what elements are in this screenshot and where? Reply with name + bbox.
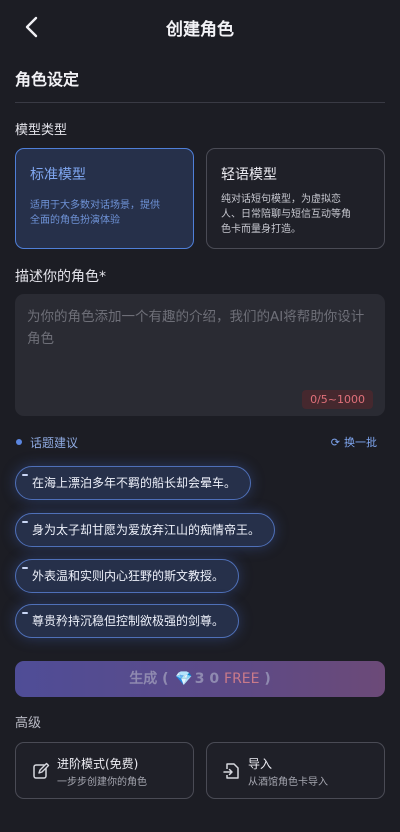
- import-button[interactable]: 导入 从酒馆角色卡导入: [206, 742, 385, 799]
- light-model-name: 轻语模型: [221, 167, 277, 183]
- generate-cost: 3 0: [194, 671, 220, 687]
- generate-paren: (: [162, 671, 169, 687]
- suggestions-header: 话题建议 ⟳ 换一批: [15, 434, 385, 452]
- light-model-card[interactable]: 轻语模型 纯对话短句模型，为虚拟恋 人、日常陪聊与短信互动等角 色卡而量身打造。: [206, 148, 385, 249]
- light-model-desc: 纯对话短句模型，为虚拟恋 人、日常陪聊与短信互动等角 色卡而量身打造。: [221, 192, 370, 237]
- advanced-label: 高级: [15, 716, 42, 731]
- refresh-icon: ⟳: [330, 436, 340, 449]
- standard-model-desc: 适用于大多数对话场景，提供 全面的角色扮演体验: [30, 198, 179, 228]
- section-title: 角色设定: [15, 70, 80, 89]
- edit-icon: [32, 762, 50, 780]
- standard-desc-line: 适用于大多数对话场景，提供: [30, 200, 160, 211]
- free-badge: FREE: [224, 671, 260, 687]
- divider: [15, 102, 385, 103]
- description-input[interactable]: [27, 306, 373, 386]
- header: 创建角色: [0, 0, 400, 54]
- generate-button[interactable]: 生成 ( 💎 3 0 FREE ): [15, 661, 385, 697]
- standard-model-card[interactable]: 标准模型 适用于大多数对话场景，提供 全面的角色扮演体验: [15, 148, 194, 249]
- suggestion-chip[interactable]: 在海上漂泊多年不羁的船长却会晕车。: [15, 466, 252, 500]
- suggestion-chip[interactable]: 外表温和实则内心狂野的斯文教授。: [15, 559, 240, 593]
- generate-paren: ): [264, 671, 271, 687]
- light-desc-line: 人、日常陪聊与短信互动等角: [221, 209, 351, 220]
- page-title: 创建角色: [166, 20, 234, 40]
- refresh-button[interactable]: ⟳ 换一批: [331, 434, 377, 450]
- suggestion-chip[interactable]: 身为太子却甘愿为爱放弃江山的痴情帝王。: [15, 513, 276, 547]
- bullet-dot-icon: [16, 439, 22, 445]
- advanced-mode-subtitle: 一步步创建你的角色: [57, 777, 147, 788]
- suggestion-chip[interactable]: 尊贵矜持沉稳但控制欲极强的剑尊。: [15, 604, 240, 638]
- import-subtitle: 从酒馆角色卡导入: [248, 777, 328, 788]
- light-desc-line: 纯对话短句模型，为虚拟恋: [221, 194, 341, 205]
- standard-desc-line: 全面的角色扮演体验: [30, 215, 120, 226]
- suggestions-label: 话题建议: [30, 436, 79, 450]
- refresh-label: 换一批: [344, 436, 377, 449]
- description-box: 0/5~1000: [15, 294, 385, 416]
- light-desc-line: 色卡而量身打造。: [221, 224, 301, 235]
- standard-model-name: 标准模型: [30, 167, 86, 183]
- gem-icon: 💎: [175, 671, 193, 687]
- advanced-mode-title: 进阶模式(免费): [57, 757, 139, 771]
- import-file-icon: [223, 762, 241, 780]
- generate-label: 生成: [129, 671, 158, 687]
- describe-role-label: 描述你的角色*: [15, 269, 106, 285]
- import-title: 导入: [248, 757, 273, 771]
- char-counter: 0/5~1000: [302, 390, 373, 409]
- model-type-label: 模型类型: [15, 123, 68, 138]
- advanced-mode-button[interactable]: 进阶模式(免费) 一步步创建你的角色: [15, 742, 194, 799]
